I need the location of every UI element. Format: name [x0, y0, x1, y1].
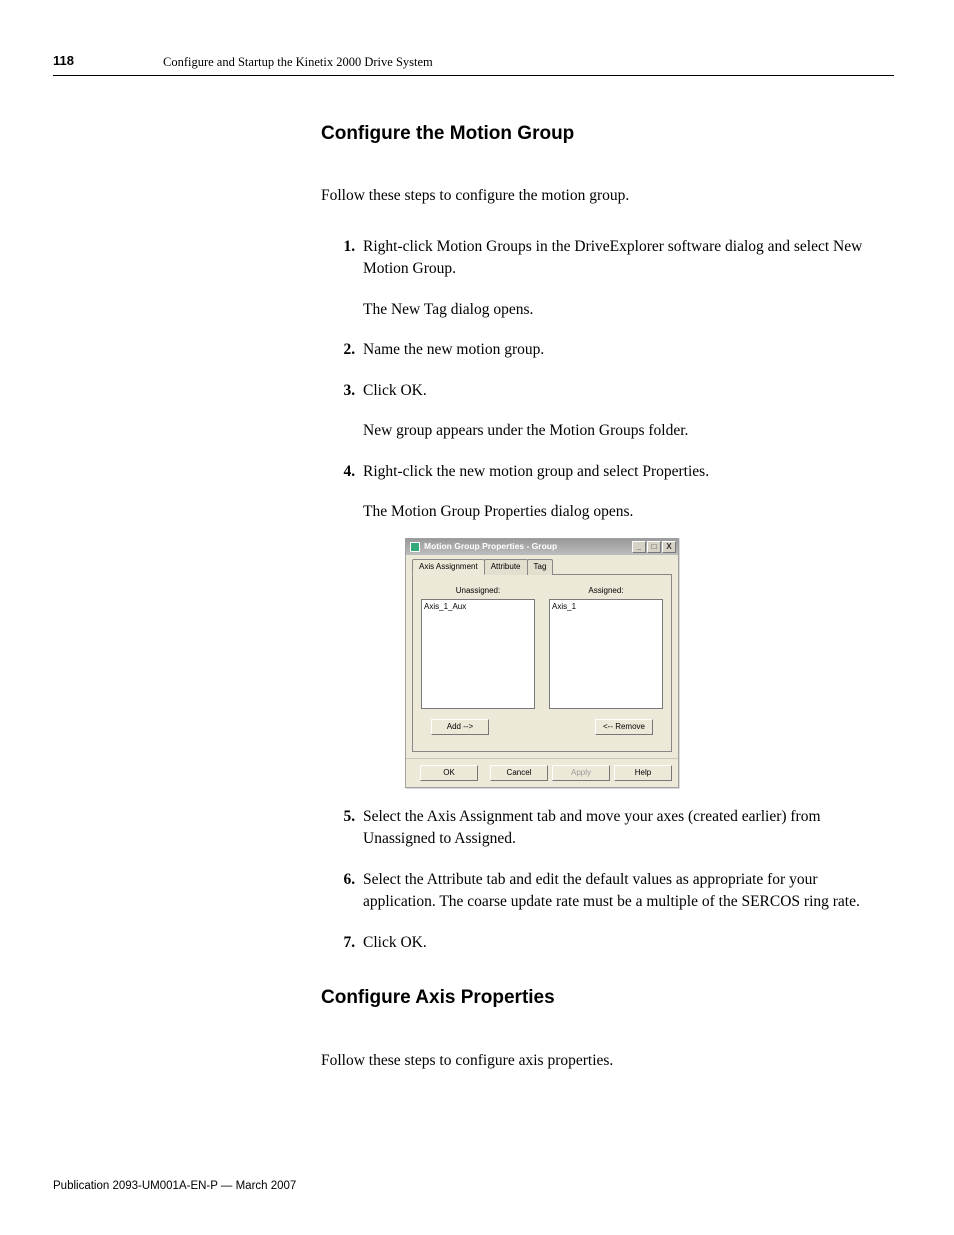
step-4: Right-click the new motion group and sel… [359, 461, 894, 788]
cancel-button[interactable]: Cancel [490, 765, 548, 781]
minimize-icon[interactable]: _ [632, 541, 646, 553]
steps-list: Right-click Motion Groups in the DriveEx… [321, 236, 894, 954]
intro-text: Follow these steps to configure the moti… [321, 185, 894, 207]
step-text: Click OK. [363, 934, 427, 951]
assigned-listbox[interactable]: Axis_1 [549, 599, 663, 709]
step-text: Click OK. [363, 382, 427, 399]
dialog-app-icon [410, 542, 420, 552]
list-item[interactable]: Axis_1 [552, 601, 660, 613]
step-1: Right-click Motion Groups in the DriveEx… [359, 236, 894, 321]
unassigned-label: Unassigned: [456, 585, 500, 597]
list-item[interactable]: Axis_1_Aux [424, 601, 532, 613]
step-text: Select the Attribute tab and edit the de… [363, 871, 860, 910]
step-text: Right-click Motion Groups in the DriveEx… [363, 238, 862, 277]
step-6: Select the Attribute tab and edit the de… [359, 869, 894, 914]
apply-button[interactable]: Apply [552, 765, 610, 781]
step-3: Click OK. New group appears under the Mo… [359, 380, 894, 443]
tab-axis-assignment[interactable]: Axis Assignment [412, 559, 485, 576]
motion-group-properties-dialog: Motion Group Properties - Group _ □ X Ax… [405, 538, 679, 788]
dialog-title-text: Motion Group Properties - Group [424, 540, 557, 552]
maximize-icon[interactable]: □ [647, 541, 661, 553]
section-heading-configure-axis-properties: Configure Axis Properties [321, 984, 894, 1012]
step-text: Select the Axis Assignment tab and move … [363, 808, 821, 847]
step-text: Name the new motion group. [363, 341, 544, 358]
intro-text: Follow these steps to configure axis pro… [321, 1050, 894, 1072]
close-icon[interactable]: X [662, 541, 676, 553]
unassigned-listbox[interactable]: Axis_1_Aux [421, 599, 535, 709]
tab-row: Axis Assignment Attribute Tag [412, 559, 672, 576]
step-7: Click OK. [359, 932, 894, 954]
step-5: Select the Axis Assignment tab and move … [359, 806, 894, 851]
help-button[interactable]: Help [614, 765, 672, 781]
tab-attribute[interactable]: Attribute [484, 559, 528, 576]
add-button[interactable]: Add --> [431, 719, 489, 735]
step-2: Name the new motion group. [359, 339, 894, 361]
remove-button[interactable]: <-- Remove [595, 719, 653, 735]
step-text: Right-click the new motion group and sel… [363, 463, 709, 480]
section-heading-configure-motion-group: Configure the Motion Group [321, 120, 894, 148]
step-note: The Motion Group Properties dialog opens… [363, 501, 894, 523]
tab-tag[interactable]: Tag [527, 559, 554, 576]
tab-panel: Unassigned: Axis_1_Aux Assigned: Axis_1 [412, 574, 672, 752]
dialog-title-bar[interactable]: Motion Group Properties - Group _ □ X [406, 539, 678, 555]
ok-button[interactable]: OK [420, 765, 478, 781]
step-note: The New Tag dialog opens. [363, 299, 894, 321]
page-number: 118 [53, 52, 163, 71]
page-header: 118 Configure and Startup the Kinetix 20… [53, 52, 894, 76]
assigned-label: Assigned: [588, 585, 623, 597]
running-title: Configure and Startup the Kinetix 2000 D… [163, 53, 433, 71]
publication-footer: Publication 2093-UM001A-EN-P — March 200… [53, 1178, 296, 1195]
step-note: New group appears under the Motion Group… [363, 420, 894, 442]
